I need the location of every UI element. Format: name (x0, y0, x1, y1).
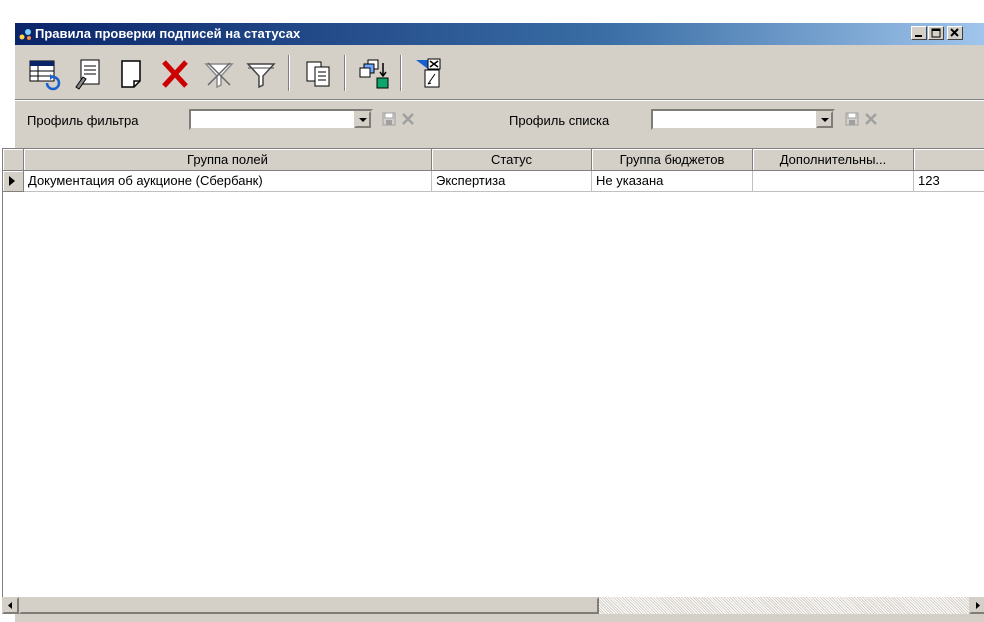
delete-button[interactable] (154, 53, 194, 93)
filter-bar: Профиль фильтра Профиль списка (15, 99, 984, 138)
new-button[interactable] (110, 53, 150, 93)
column-header[interactable] (914, 149, 984, 171)
table-cell[interactable]: Экспертиза (432, 171, 592, 192)
chevron-down-icon[interactable] (816, 111, 833, 128)
clear-filter-icon (204, 62, 234, 89)
close-button[interactable] (947, 26, 963, 40)
clear-filter-button[interactable] (198, 53, 238, 93)
filter-icon (246, 63, 276, 89)
arrow-left-icon (8, 602, 12, 609)
window-title: Правила проверки подписей на статусах (35, 26, 301, 41)
arrow-right-icon (976, 602, 980, 609)
edit-document-icon (75, 59, 100, 90)
list-profile-label: Профиль списка (509, 113, 610, 128)
save-icon[interactable] (845, 112, 859, 126)
scrollbar-thumb[interactable] (19, 597, 599, 614)
column-header[interactable]: Группа полей (24, 149, 432, 171)
scroll-left-button[interactable] (2, 597, 19, 614)
chevron-down-icon[interactable] (354, 111, 371, 128)
toolbar (18, 51, 984, 97)
close-icon (950, 28, 959, 37)
column-header[interactable]: Дополнительны... (753, 149, 914, 171)
table-cell[interactable]: 123 (914, 171, 984, 192)
app-icon (19, 29, 31, 40)
copy-button[interactable] (298, 53, 338, 93)
toolbar-separator (288, 55, 290, 91)
table-cell[interactable]: Документация об аукционе (Сбербанк) (24, 171, 432, 192)
row-indicator-header (3, 149, 24, 171)
delete-icon (162, 60, 188, 88)
maximize-button[interactable] (928, 26, 944, 40)
save-icon[interactable] (382, 112, 396, 126)
filter-settings-button[interactable] (410, 53, 450, 93)
refresh-icon (29, 60, 61, 91)
minimize-button[interactable] (911, 26, 927, 40)
list-profile-select[interactable] (651, 109, 835, 130)
delete-profile-icon[interactable] (401, 112, 415, 126)
toolbar-separator (344, 55, 346, 91)
export-icon (359, 59, 389, 89)
scroll-right-button[interactable] (969, 597, 984, 614)
data-grid[interactable]: Группа полей Статус Группа бюджетов Допо… (2, 148, 984, 597)
new-document-icon (121, 60, 141, 88)
table-cell[interactable] (753, 171, 914, 192)
minimize-icon (915, 35, 922, 37)
toolbar-separator (400, 55, 402, 91)
column-header[interactable]: Статус (432, 149, 592, 171)
horizontal-scrollbar[interactable] (2, 597, 984, 614)
title-bar[interactable]: Правила проверки подписей на статусах (15, 23, 984, 45)
current-row-indicator (3, 171, 24, 192)
filter-settings-icon (416, 58, 441, 88)
edit-button[interactable] (68, 53, 108, 93)
export-button[interactable] (354, 53, 394, 93)
table-cell[interactable]: Не указана (592, 171, 753, 192)
maximize-icon (931, 28, 941, 38)
copy-icon (306, 61, 330, 87)
delete-profile-icon[interactable] (864, 112, 878, 126)
refresh-button[interactable] (24, 53, 64, 93)
filter-profile-select[interactable] (189, 109, 373, 130)
filter-button[interactable] (240, 53, 280, 93)
filter-profile-label: Профиль фильтра (27, 113, 139, 128)
column-header[interactable]: Группа бюджетов (592, 149, 753, 171)
